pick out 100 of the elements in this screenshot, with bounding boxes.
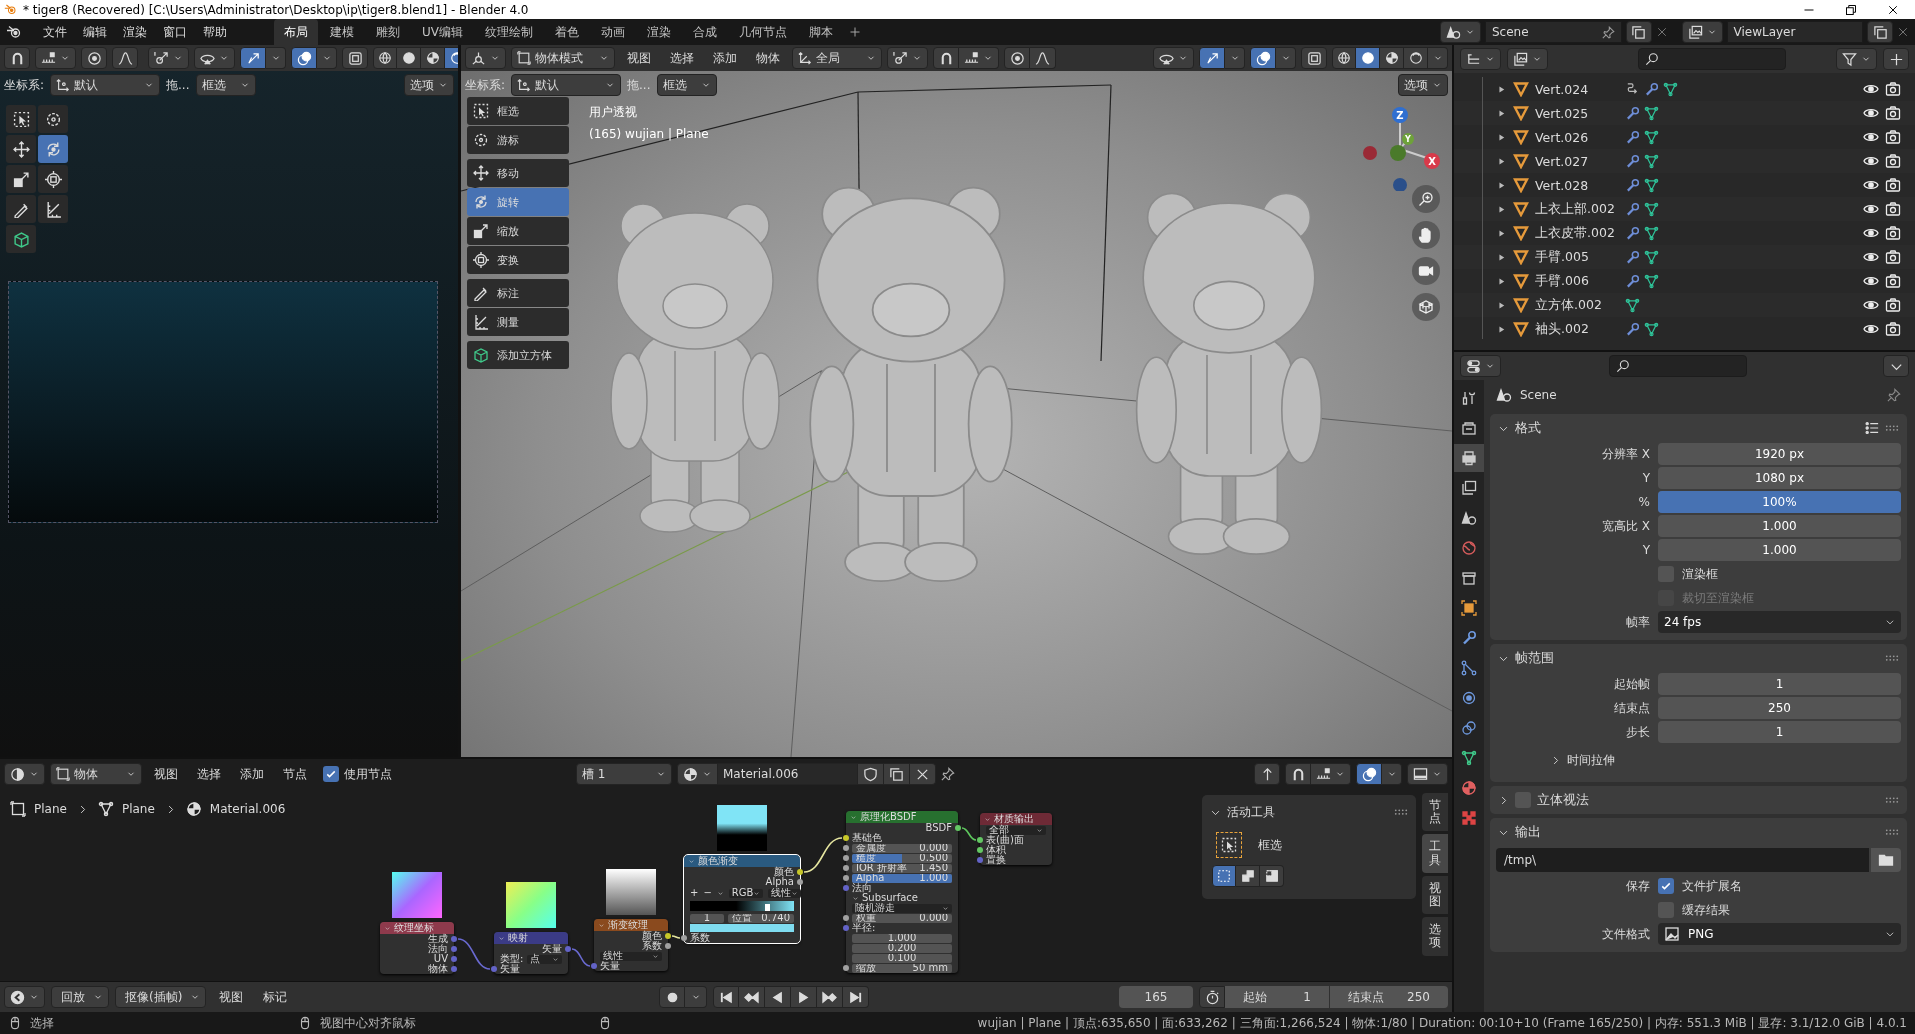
subpanel-header[interactable]: 时间拉伸 bbox=[1490, 744, 1907, 776]
sidebar-tab[interactable]: 视图 bbox=[1422, 875, 1448, 915]
add-stop-button[interactable]: + bbox=[690, 888, 699, 898]
outliner-row[interactable]: 上衣皮带.002 bbox=[1454, 221, 1915, 245]
number-field[interactable]: 1 bbox=[1658, 721, 1901, 743]
tool-button[interactable]: 游标 bbox=[467, 126, 569, 154]
panel-header[interactable]: 格式 bbox=[1490, 414, 1907, 442]
menu-item[interactable]: 节点 bbox=[276, 763, 314, 785]
menu-item[interactable]: 视图 bbox=[212, 986, 251, 1008]
end-frame-field[interactable]: 结束点 250 bbox=[1330, 986, 1448, 1008]
sidebar-tab[interactable]: 工具 bbox=[1422, 834, 1448, 873]
options-dropdown[interactable]: 选项 bbox=[404, 74, 454, 96]
workspace-tab[interactable]: 雕刻 bbox=[366, 19, 410, 45]
panel-header[interactable]: Subsurface bbox=[846, 893, 958, 903]
orientation-dropdown[interactable]: 默认 bbox=[50, 74, 161, 96]
node-slider[interactable]: Alpha 1.000 bbox=[852, 873, 952, 883]
menu-item[interactable]: 添加 bbox=[706, 47, 744, 69]
number-field[interactable]: 1.000 bbox=[1658, 515, 1901, 537]
use-nodes-checkbox[interactable]: 使用节点 bbox=[319, 765, 396, 783]
workspace-tab[interactable]: UV编辑 bbox=[412, 19, 473, 45]
path-field[interactable]: /tmp\ bbox=[1496, 848, 1869, 872]
breadcrumb-item[interactable]: Plane bbox=[121, 802, 155, 816]
navigation-gizmo[interactable]: Z Y X bbox=[1354, 99, 1446, 191]
shader-node[interactable]: 映射 矢量 类型: 点 矢量 bbox=[494, 932, 568, 974]
workspace-tab[interactable]: 几何节点 bbox=[729, 19, 797, 45]
number-field[interactable]: 250 bbox=[1658, 697, 1901, 719]
menu-item[interactable]: 选择 bbox=[663, 47, 701, 69]
outliner-row[interactable]: 袖头.002 bbox=[1454, 317, 1915, 341]
shader-node[interactable]: 材质输出 全部 表(曲)面 体积 置换 bbox=[980, 813, 1052, 865]
menu-item[interactable]: 编辑 bbox=[76, 21, 114, 43]
menu-item[interactable]: 选择 bbox=[190, 763, 228, 785]
checkbox-row[interactable]: 文件扩展名 bbox=[1658, 877, 1901, 895]
node-number-field[interactable]: 位置 0.740 bbox=[728, 913, 794, 923]
dropdown[interactable]: 24 fps bbox=[1658, 611, 1901, 633]
remove-stop-button[interactable]: − bbox=[703, 888, 712, 898]
node-dropdown[interactable]: 随机游走 bbox=[852, 903, 952, 913]
node-number-field[interactable]: 权重 0.000 bbox=[852, 913, 952, 923]
node-header[interactable]: 映射 bbox=[494, 932, 568, 944]
outliner-row[interactable]: 手臂.006 bbox=[1454, 269, 1915, 293]
number-field[interactable]: 1080 px bbox=[1658, 467, 1901, 489]
menu-item[interactable]: 标记 bbox=[256, 986, 295, 1008]
sidebar-tab[interactable]: 节点 bbox=[1422, 793, 1448, 832]
node-header[interactable]: 纹理坐标 bbox=[380, 922, 454, 934]
panel-header[interactable]: 帧范围 bbox=[1490, 644, 1907, 672]
node-dropdown[interactable]: 线性 bbox=[768, 888, 802, 898]
workspace-tab[interactable]: 合成 bbox=[683, 19, 727, 45]
workspace-tab[interactable]: 建模 bbox=[320, 19, 364, 45]
menu-item[interactable]: 物体 bbox=[749, 47, 787, 69]
outliner-row[interactable]: Vert.024 bbox=[1454, 77, 1915, 101]
workspace-tab[interactable]: 脚本 bbox=[799, 19, 843, 45]
number-field[interactable]: 1 bbox=[1658, 673, 1901, 695]
current-frame-field[interactable]: 165 bbox=[1118, 986, 1193, 1008]
tool-button[interactable]: 测量 bbox=[467, 308, 569, 336]
options-dropdown[interactable]: 选项 bbox=[1398, 74, 1448, 96]
tool-button[interactable]: 缩放 bbox=[467, 217, 569, 245]
menu-item[interactable]: 视图 bbox=[620, 47, 658, 69]
timeline-dropdown[interactable]: 抠像(插帧) bbox=[115, 986, 207, 1008]
shader-node[interactable]: 纹理坐标 生成 法向 UV 物体 bbox=[380, 922, 454, 974]
view-layer-name-field[interactable]: ViewLayer bbox=[1726, 21, 1863, 43]
orientation-dropdown[interactable]: 默认 bbox=[511, 74, 622, 96]
shader-node[interactable]: 渐变纹理 颜色 系数 线性 矢量 bbox=[594, 919, 668, 971]
menu-item[interactable]: 渲染 bbox=[116, 21, 154, 43]
tool-button[interactable]: 移动 bbox=[467, 159, 569, 187]
dropdown[interactable]: PNG bbox=[1658, 923, 1901, 945]
breadcrumb-item[interactable]: Material.006 bbox=[209, 802, 286, 816]
node-dropdown[interactable]: 全部 bbox=[986, 825, 1046, 835]
mode-dropdown[interactable]: 物体模式 bbox=[511, 47, 615, 69]
panel-header[interactable]: 输出 bbox=[1490, 818, 1907, 846]
panel-header[interactable]: 立体视法 bbox=[1490, 786, 1907, 814]
node-dropdown[interactable]: RGB bbox=[728, 888, 764, 898]
node-header[interactable]: 材质输出 bbox=[980, 813, 1052, 825]
timeline-dropdown[interactable]: 回放 bbox=[51, 986, 109, 1008]
node-dropdown[interactable]: 点 bbox=[527, 954, 562, 964]
menu-item[interactable]: 窗口 bbox=[156, 21, 194, 43]
material-name-field[interactable]: Material.006 bbox=[718, 763, 858, 785]
tool-button[interactable]: 旋转 bbox=[467, 188, 569, 216]
checkbox-row[interactable]: 缓存结果 bbox=[1658, 901, 1901, 919]
workspace-tab[interactable]: 动画 bbox=[591, 19, 635, 45]
workspace-tab[interactable]: 渲染 bbox=[637, 19, 681, 45]
menu-item[interactable]: 帮助 bbox=[196, 21, 234, 43]
node-dropdown[interactable]: 线性 bbox=[600, 951, 662, 961]
slider-field[interactable]: 100% bbox=[1658, 491, 1901, 513]
workspace-tab[interactable]: 着色 bbox=[545, 19, 589, 45]
sidebar-tab[interactable]: 选项 bbox=[1422, 917, 1448, 956]
checkbox-row[interactable]: 渲染框 bbox=[1658, 565, 1901, 583]
tool-button[interactable]: 添加立方体 bbox=[467, 341, 569, 369]
outliner-row[interactable]: Vert.028 bbox=[1454, 173, 1915, 197]
menu-item[interactable]: 添加 bbox=[233, 763, 271, 785]
node-number-field[interactable]: 0.100 bbox=[852, 953, 952, 963]
menu-item[interactable]: 文件 bbox=[36, 21, 74, 43]
orientation-dropdown[interactable]: 全局 bbox=[792, 47, 882, 69]
node-header[interactable]: 原理化BSDF bbox=[846, 811, 958, 823]
scene-name-field[interactable]: Scene bbox=[1485, 21, 1622, 43]
start-frame-field[interactable]: 起始 1 bbox=[1225, 986, 1329, 1008]
number-field[interactable]: 1920 px bbox=[1658, 443, 1901, 465]
slot-dropdown[interactable]: 槽 1 bbox=[576, 763, 672, 785]
tool-button[interactable]: 框选 bbox=[467, 97, 569, 125]
menu-item[interactable]: 视图 bbox=[147, 763, 185, 785]
node-header[interactable]: 渐变纹理 bbox=[594, 919, 668, 931]
node-number-field[interactable]: 1 bbox=[690, 913, 724, 923]
